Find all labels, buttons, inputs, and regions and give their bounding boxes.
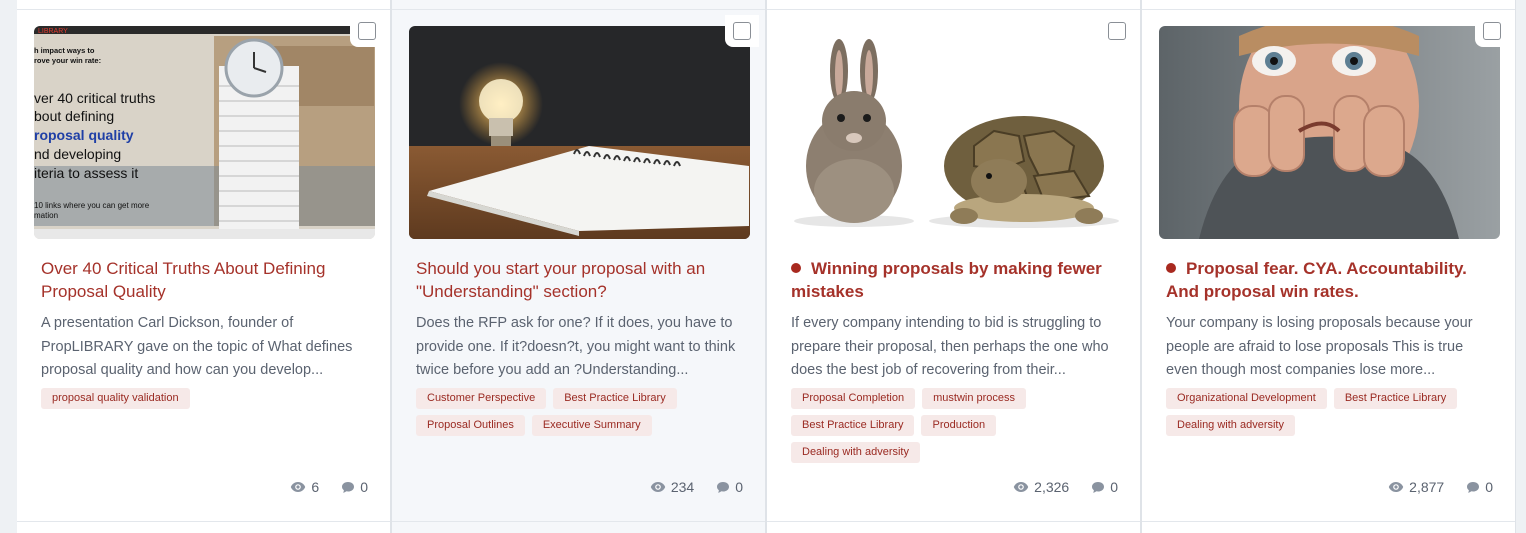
thumb-text: iteria to assess it (34, 165, 138, 181)
thumb-text: rove your win rate: (34, 56, 101, 65)
comment-count-value: 0 (735, 479, 743, 495)
article-title-text[interactable]: Proposal fear. CYA. Accountability. And … (1166, 259, 1467, 301)
unread-indicator (1166, 263, 1176, 273)
article-title[interactable]: Winning proposals by making fewer mistak… (791, 257, 1121, 303)
article-description: A presentation Carl Dickson, founder of … (41, 315, 353, 378)
tag[interactable]: Best Practice Library (1333, 388, 1458, 409)
divider (17, 9, 390, 10)
eye-icon (1388, 482, 1404, 492)
tag[interactable]: mustwin process (922, 388, 1027, 409)
article-title-text[interactable]: Winning proposals by making fewer mistak… (791, 259, 1102, 301)
eye-icon (650, 482, 666, 492)
unread-indicator (791, 263, 801, 273)
eye-icon (291, 482, 306, 492)
article-stats: 6 0 (290, 479, 368, 495)
article-card[interactable]: Proposal fear. CYA. Accountability. And … (1142, 0, 1515, 533)
select-checkbox[interactable] (1483, 22, 1501, 40)
article-title-text[interactable]: Over 40 Critical Truths About Defining P… (41, 259, 325, 301)
divider (392, 521, 765, 522)
article-title-text[interactable]: Should you start your proposal with an "… (416, 259, 705, 301)
thumb-brand: LIBRARY (38, 28, 68, 35)
tag[interactable]: Best Practice Library (553, 388, 677, 409)
divider (1142, 9, 1515, 10)
tag[interactable]: Proposal Completion (791, 388, 916, 409)
thumb-text: 10 links where you can get more (34, 201, 150, 210)
eye-icon (1013, 482, 1029, 492)
divider (767, 521, 1140, 522)
comment-icon (1467, 481, 1480, 493)
select-checkbox[interactable] (358, 22, 376, 40)
view-count-value: 234 (670, 479, 695, 495)
tag-list: proposal quality validation (41, 388, 371, 409)
thumb-text: ver 40 critical truths (34, 90, 155, 106)
article-description: Does the RFP ask for one? If it does, yo… (416, 315, 736, 378)
select-checkbox[interactable] (1108, 22, 1126, 40)
select-checkbox[interactable] (733, 22, 751, 40)
tag[interactable]: Organizational Development (1166, 388, 1327, 409)
tag[interactable]: Best Practice Library (791, 415, 915, 436)
tag[interactable]: Proposal Outlines (416, 415, 525, 436)
article-stats: 2,326 0 (1013, 479, 1118, 495)
view-count: 2,326 (1013, 479, 1069, 495)
thumb-text: bout defining (34, 108, 114, 124)
view-count-value: 6 (311, 479, 320, 495)
tag[interactable]: Customer Perspective (416, 388, 547, 409)
view-count-value: 2,326 (1034, 479, 1070, 495)
view-count: 2,877 (1388, 479, 1444, 495)
article-description: Your company is losing proposals because… (1166, 315, 1473, 378)
article-stats: 2,877 0 (1388, 479, 1493, 495)
comment-icon (342, 481, 355, 493)
article-thumbnail[interactable] (784, 26, 1125, 239)
thumb-text: roposal quality (34, 127, 134, 143)
article-title[interactable]: Proposal fear. CYA. Accountability. And … (1166, 257, 1496, 303)
comment-icon (1092, 481, 1105, 493)
divider (392, 9, 765, 10)
comment-count[interactable]: 0 (716, 479, 743, 495)
article-title[interactable]: Over 40 Critical Truths About Defining P… (41, 257, 371, 303)
tag-list: Organizational Development Best Practice… (1166, 388, 1496, 436)
comment-count-value: 0 (1110, 479, 1118, 495)
article-card[interactable]: Should you start your proposal with an "… (392, 0, 765, 533)
view-count-value: 2,877 (1409, 479, 1445, 495)
view-count: 6 (290, 479, 319, 495)
article-thumbnail[interactable] (1159, 26, 1500, 239)
tag-list: Customer Perspective Best Practice Libra… (416, 388, 746, 436)
article-card[interactable]: LIBRARY h impact ways to rove your win r… (17, 0, 390, 533)
article-description: If every company intending to bid is str… (791, 315, 1109, 378)
article-stats: 234 0 (650, 479, 743, 495)
tag[interactable]: Dealing with adversity (791, 442, 920, 463)
comment-count-value: 0 (360, 479, 368, 495)
divider (17, 521, 390, 522)
thumb-text: h impact ways to (34, 46, 95, 55)
thumb-text: mation (34, 211, 58, 220)
comment-count[interactable]: 0 (1466, 479, 1493, 495)
comment-count[interactable]: 0 (1091, 479, 1118, 495)
article-thumbnail[interactable]: LIBRARY h impact ways to rove your win r… (34, 26, 375, 239)
comment-count[interactable]: 0 (341, 479, 368, 495)
divider (767, 9, 1140, 10)
article-title[interactable]: Should you start your proposal with an "… (416, 257, 746, 303)
article-grid: LIBRARY h impact ways to rove your win r… (17, 0, 1516, 533)
comment-count-value: 0 (1485, 479, 1493, 495)
tag-list: Proposal Completion mustwin process Best… (791, 388, 1121, 463)
comment-icon (717, 481, 730, 493)
divider (1142, 521, 1515, 522)
tag[interactable]: Production (921, 415, 997, 436)
tag[interactable]: proposal quality validation (41, 388, 190, 409)
tag[interactable]: Executive Summary (531, 415, 652, 436)
tag[interactable]: Dealing with adversity (1166, 415, 1295, 436)
view-count: 234 (650, 479, 694, 495)
article-card[interactable]: Winning proposals by making fewer mistak… (767, 0, 1140, 533)
thumb-text: nd developing (34, 146, 121, 162)
article-thumbnail[interactable] (409, 26, 750, 239)
